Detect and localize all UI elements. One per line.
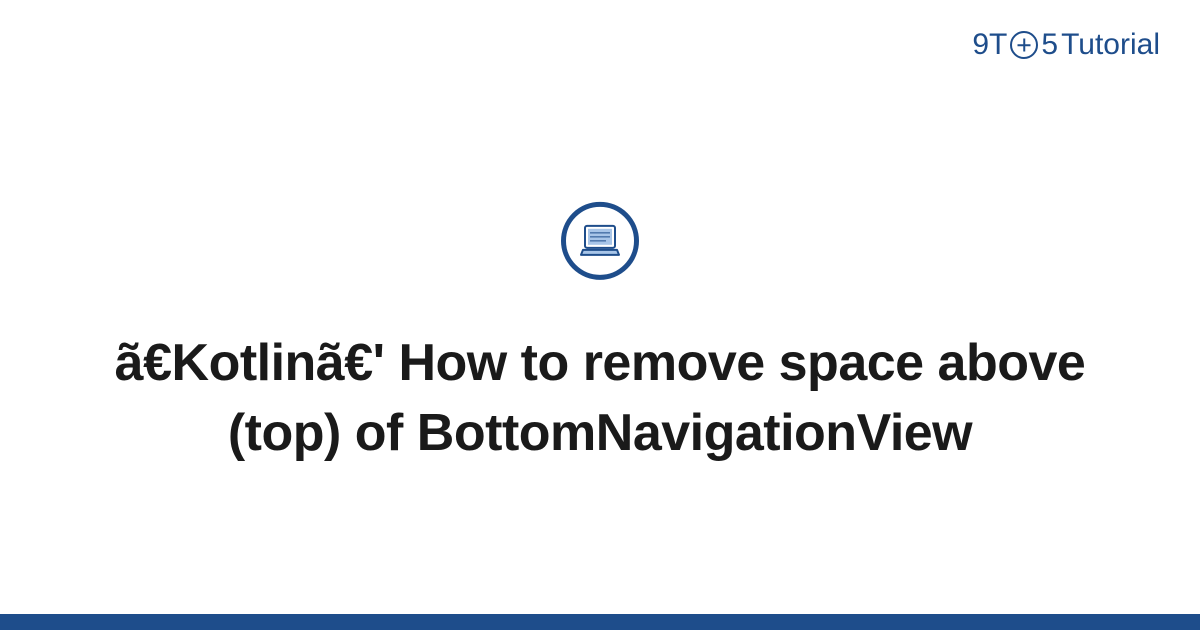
laptop-icon xyxy=(579,224,621,258)
logo-text-tutorial: Tutorial xyxy=(1061,28,1160,62)
laptop-icon-circle xyxy=(561,202,639,280)
article-title: ã€Kotlinã€' How to remove space above (t… xyxy=(60,328,1140,468)
main-content: ã€Kotlinã€' How to remove space above (t… xyxy=(0,202,1200,468)
bottom-accent-bar xyxy=(0,614,1200,630)
logo-text-9t: 9T xyxy=(972,28,1007,62)
site-logo[interactable]: 9T 5 Tutorial xyxy=(972,28,1160,62)
logo-text-5: 5 xyxy=(1041,28,1058,62)
clock-icon xyxy=(1010,31,1038,59)
